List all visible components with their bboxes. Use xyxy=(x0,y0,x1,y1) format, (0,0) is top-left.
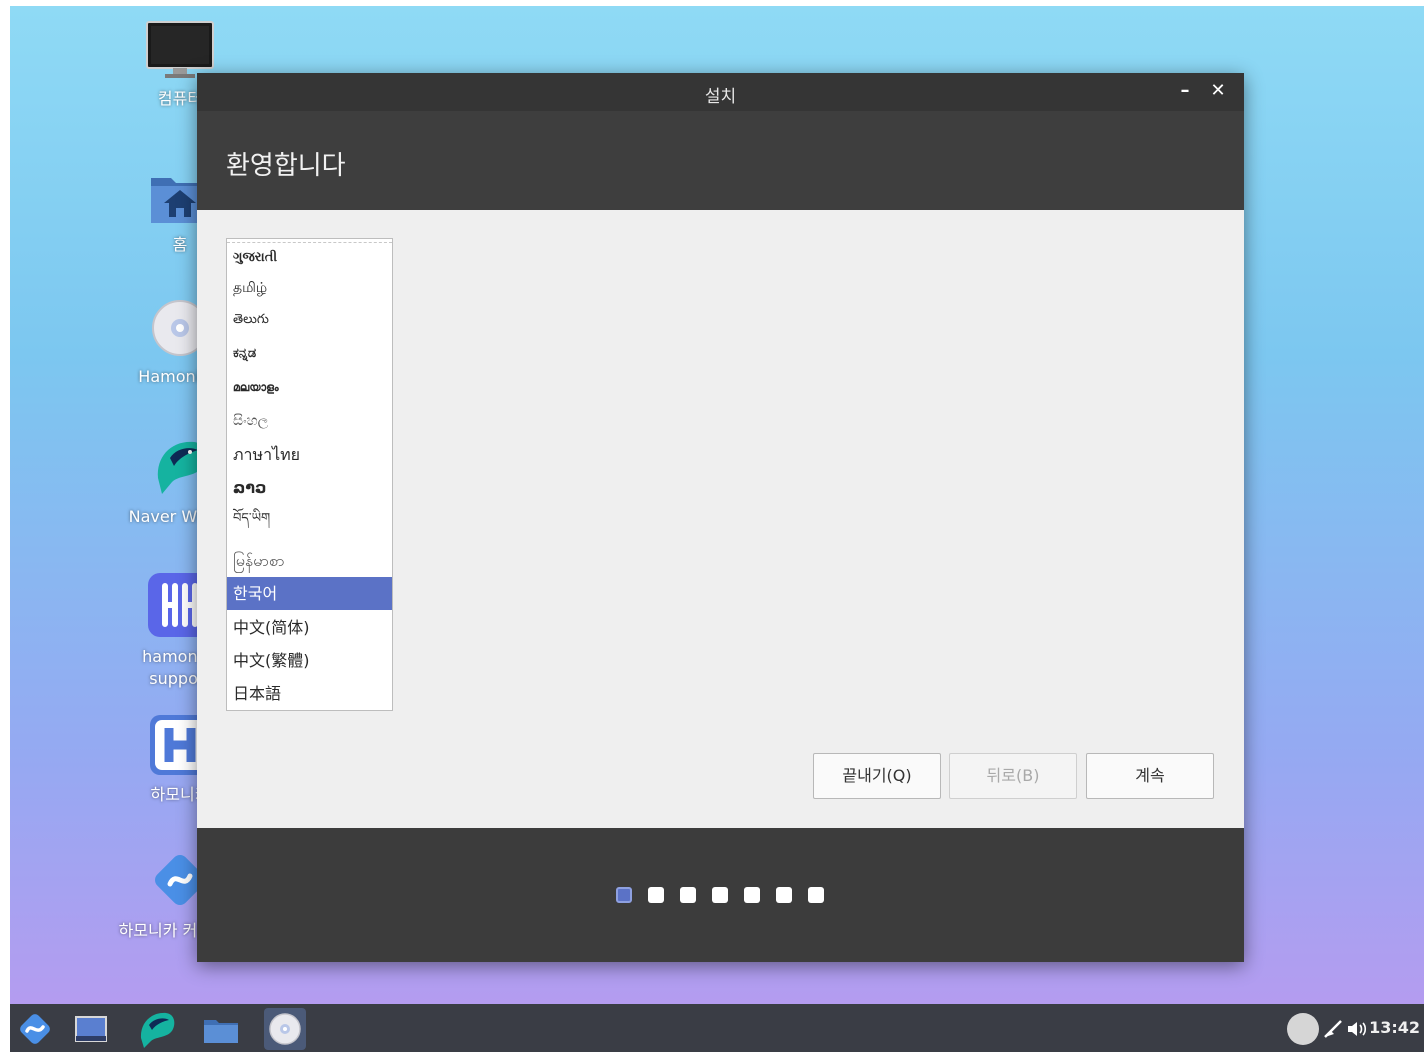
list-item[interactable]: ગુજરાતી xyxy=(227,241,392,274)
close-button[interactable]: ✕ xyxy=(1207,80,1229,102)
progress-dot xyxy=(680,887,696,903)
list-item[interactable]: ລາວ xyxy=(227,471,392,504)
list-item[interactable]: 中文(繁體) xyxy=(227,644,392,677)
back-button[interactable]: 뒤로(B) xyxy=(949,753,1077,799)
progress-dot xyxy=(648,887,664,903)
network-disconnected-icon[interactable] xyxy=(1322,1018,1344,1040)
list-item[interactable]: 中文(简体) xyxy=(227,611,392,644)
progress-dot xyxy=(776,887,792,903)
taskbar: 13:42 xyxy=(10,1004,1424,1052)
window-title: 설치 xyxy=(704,87,737,107)
list-item-selected[interactable]: 한국어 xyxy=(227,577,392,610)
page-header: 환영합니다 xyxy=(197,111,1244,210)
list-item[interactable]: 日本語 xyxy=(227,677,392,710)
progress-dot xyxy=(808,887,824,903)
language-list[interactable]: ગુજરાતી தமிழ் తెలుగు ಕನ್ನಡ മലയാളം සිංහල … xyxy=(226,238,393,711)
minimize-button[interactable]: – xyxy=(1174,80,1196,102)
installer-window: 설치 – ✕ 환영합니다 ગુજરાતી தமிழ் తెలుగు ಕನ್ನಡ … xyxy=(197,73,1244,962)
show-desktop-icon[interactable] xyxy=(70,1008,112,1050)
list-item[interactable]: ಕನ್ನಡ xyxy=(227,337,392,370)
user-status-icon[interactable] xyxy=(1286,1012,1320,1046)
list-item[interactable]: བོད་ཡིག xyxy=(227,502,392,535)
volume-icon[interactable] xyxy=(1346,1019,1370,1039)
window-titlebar[interactable]: 설치 – ✕ xyxy=(197,73,1244,111)
progress-dot xyxy=(744,887,760,903)
content-area: ગુજરાતી தமிழ் తెలుగు ಕನ್ನಡ മലയാളം සිංහල … xyxy=(197,210,1244,828)
list-item[interactable]: తెలుగు xyxy=(227,303,392,336)
whale-browser-icon[interactable] xyxy=(136,1008,178,1050)
file-manager-icon[interactable] xyxy=(200,1008,242,1050)
clock[interactable]: 13:42 xyxy=(1369,1018,1420,1037)
list-item[interactable]: සිංහල xyxy=(227,405,392,438)
list-item[interactable]: ภาษาไทย xyxy=(227,438,392,471)
progress-dot-current xyxy=(616,887,632,903)
quit-button[interactable]: 끝내기(Q) xyxy=(813,753,941,799)
monitor-icon xyxy=(146,21,214,78)
progress-dot xyxy=(712,887,728,903)
installer-disc-icon[interactable] xyxy=(264,1008,306,1050)
continue-button[interactable]: 계속 xyxy=(1086,753,1214,799)
list-item[interactable]: മലയാളം xyxy=(227,371,392,404)
hamonikr-menu-icon[interactable] xyxy=(14,1008,56,1050)
list-item[interactable]: မြန်မာစာ xyxy=(227,544,392,577)
system-tray: 13:42 xyxy=(1264,1004,1424,1052)
list-item[interactable]: தமிழ் xyxy=(227,272,392,305)
page-title: 환영합니다 xyxy=(226,151,346,181)
progress-footer xyxy=(197,828,1244,962)
